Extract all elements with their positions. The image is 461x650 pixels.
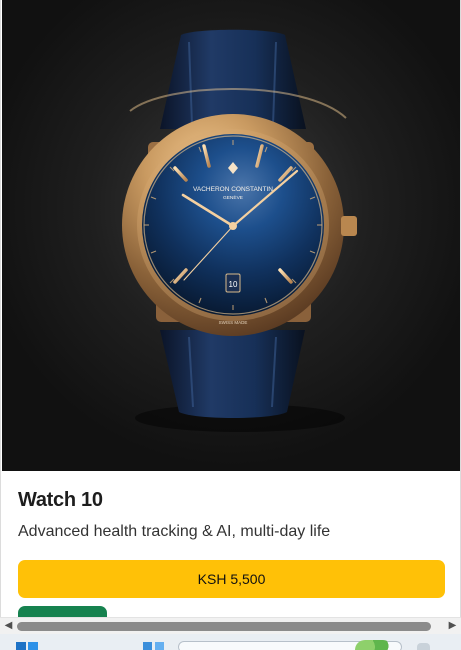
product-card: VACHERON CONSTANTIN GENÈVE 10 SWISS MADE…: [0, 0, 461, 617]
center-pin: [229, 222, 237, 230]
taskbar: [0, 634, 461, 650]
price-button[interactable]: KSH 5,500: [18, 560, 445, 598]
watch-illustration: VACHERON CONSTANTIN GENÈVE 10 SWISS MADE: [2, 0, 460, 471]
secondary-action-button[interactable]: [18, 606, 107, 617]
swiss-made-text: SWISS MADE: [219, 320, 248, 325]
taskbar-app-icon[interactable]: [143, 642, 164, 650]
crown: [341, 216, 357, 236]
product-title: Watch 10: [18, 489, 103, 511]
date-text: 10: [229, 280, 238, 289]
horizontal-scrollbar[interactable]: ◀ ▶: [0, 617, 461, 634]
city-text: GENÈVE: [223, 194, 243, 201]
triangle-right-icon[interactable]: ▶: [444, 618, 461, 634]
taskbar-sticker-icon: [355, 640, 393, 650]
taskbar-right-icon[interactable]: [417, 643, 430, 650]
windows-start-icon[interactable]: [16, 642, 38, 650]
triangle-left-icon[interactable]: ◀: [0, 618, 17, 634]
page: VACHERON CONSTANTIN GENÈVE 10 SWISS MADE…: [0, 0, 461, 650]
brand-text: VACHERON CONSTANTIN: [193, 186, 273, 193]
lower-strap: [160, 330, 305, 418]
product-image: VACHERON CONSTANTIN GENÈVE 10 SWISS MADE: [2, 0, 460, 471]
product-description: Advanced health tracking & AI, multi-day…: [18, 523, 331, 540]
scrollbar-thumb[interactable]: [17, 622, 431, 631]
